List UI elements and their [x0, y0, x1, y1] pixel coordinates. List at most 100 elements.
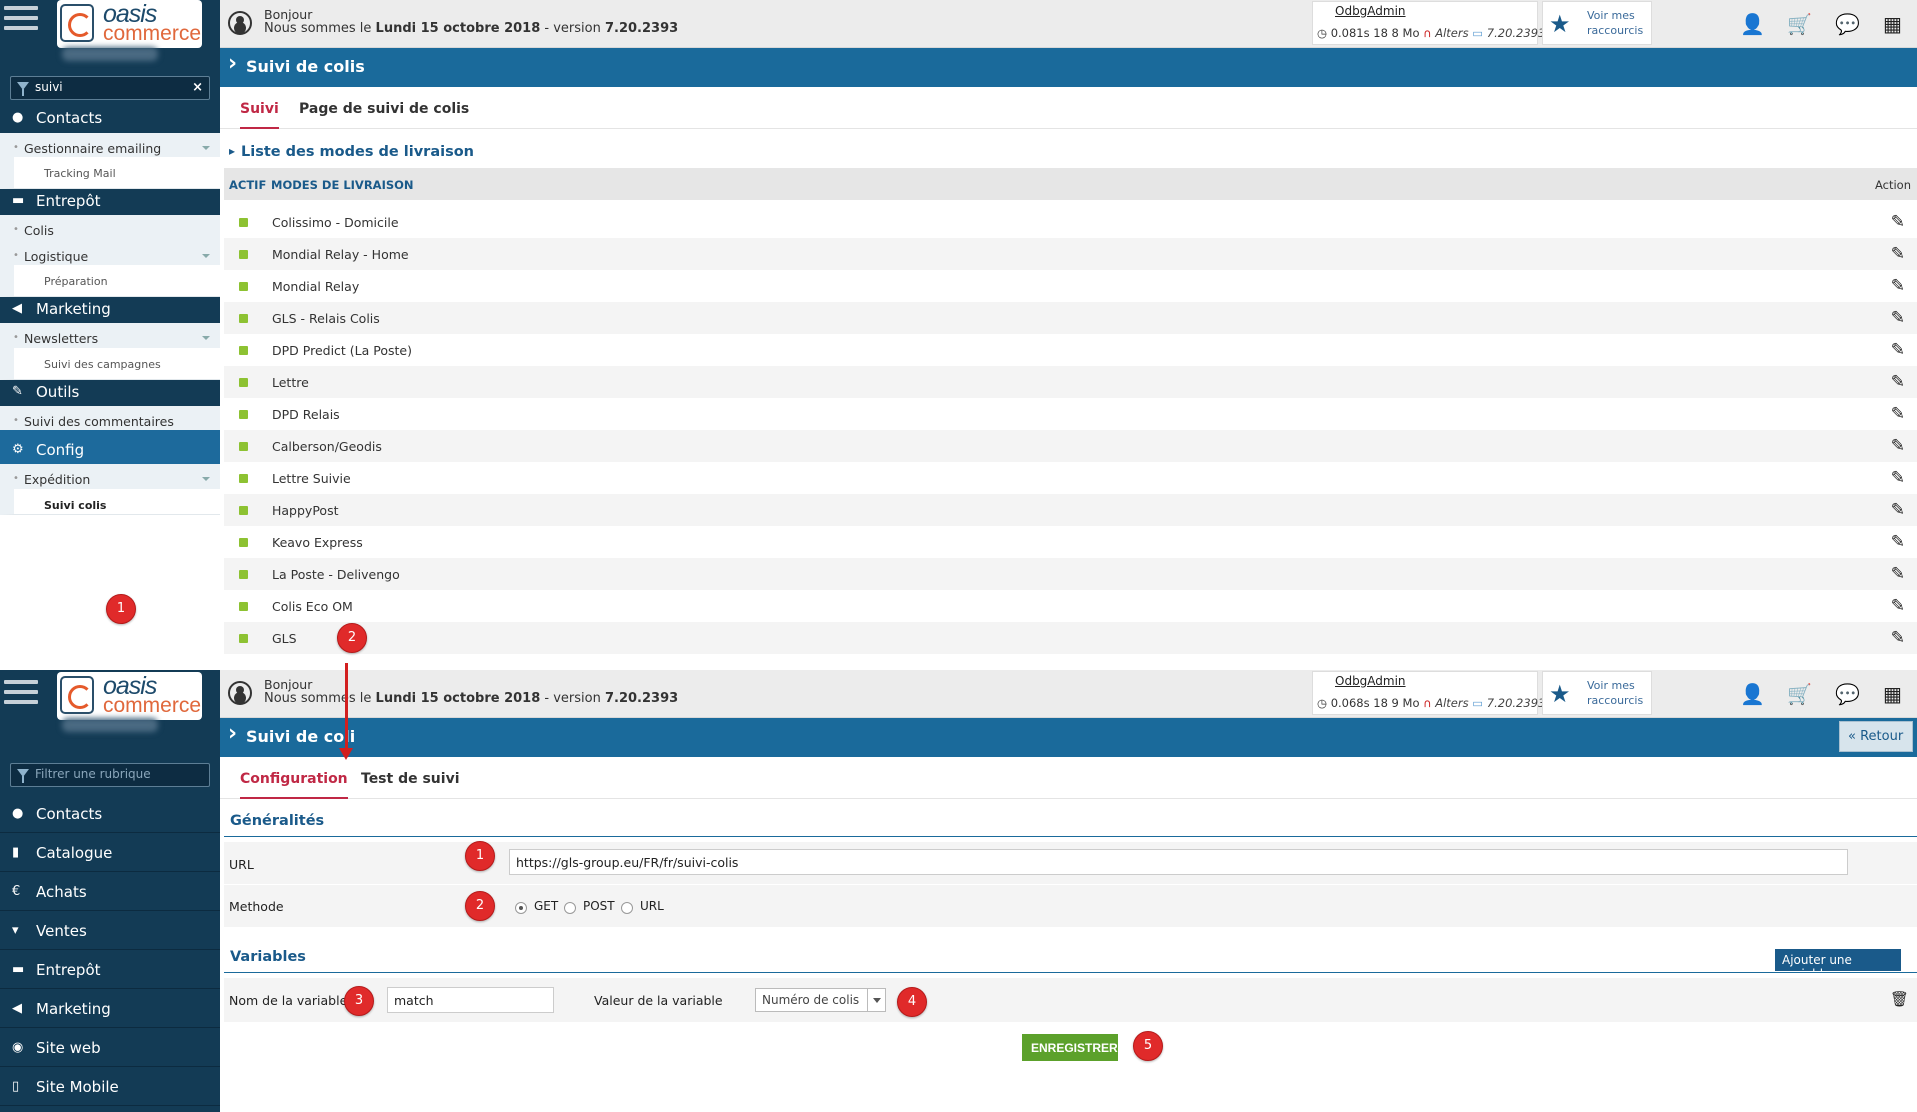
shortcuts-button[interactable]: ★ Voir mes raccourcis [1542, 671, 1652, 715]
chat-icon[interactable]: 💬 [1835, 12, 1860, 36]
sidebar-section-marketing[interactable]: ◀ Marketing [0, 989, 220, 1028]
active-status-icon[interactable] [239, 218, 248, 227]
back-button[interactable]: « Retour [1839, 721, 1913, 752]
active-status-icon[interactable] [239, 314, 248, 323]
generalites-title: Généralités [230, 813, 325, 829]
sidebar-section-entrep-t[interactable]: ▬ Entrepôt [0, 950, 220, 989]
section-label: Contacts [36, 805, 103, 823]
sidebar-filter-input[interactable]: Filtrer une rubrique [10, 763, 210, 787]
sidebar-filter-input[interactable]: suivi × [10, 76, 210, 100]
sidebar-section-site-mobile[interactable]: ▯ Site Mobile [0, 1067, 220, 1106]
logo[interactable]: oasis commerce [57, 0, 202, 48]
sidebar-section-marketing[interactable]: ◀ Marketing [0, 289, 220, 327]
edit-icon[interactable]: ✎ [1891, 308, 1905, 328]
wrench-icon: ✎ [12, 384, 23, 399]
version-prefix: - version [540, 691, 605, 706]
url-input[interactable]: https://gls-group.eu/FR/fr/suivi-colis [509, 849, 1848, 875]
logo[interactable]: oasis commerce [57, 672, 202, 720]
active-status-icon[interactable] [239, 538, 248, 547]
edit-icon[interactable]: ✎ [1891, 212, 1905, 232]
sidebar-section-contacts[interactable]: ● Contacts [0, 794, 220, 833]
edit-icon[interactable]: ✎ [1891, 468, 1905, 488]
edit-icon[interactable]: ✎ [1891, 596, 1905, 616]
chat-icon[interactable]: 💬 [1835, 682, 1860, 706]
sidebar-section-catalogue[interactable]: ▮ Catalogue [0, 833, 220, 872]
grid-icon[interactable]: ▦ [1883, 12, 1902, 36]
annotation-arrow-head [339, 748, 353, 760]
table-header: ACTIF MODES DE LIVRAISON Action [224, 168, 1917, 200]
sidebar-section-ventes[interactable]: ▾ Ventes [0, 911, 220, 950]
annotation-arrow [345, 663, 348, 751]
delivery-mode-name: Calberson/Geodis [272, 439, 382, 454]
edit-icon[interactable]: ✎ [1891, 372, 1905, 392]
active-status-icon[interactable] [239, 410, 248, 419]
version-prefix: - version [540, 21, 605, 36]
radio-get[interactable] [515, 902, 527, 914]
section-label: Site web [36, 1039, 101, 1057]
active-status-icon[interactable] [239, 250, 248, 259]
user-link[interactable]: OdbgAdmin [1335, 674, 1406, 688]
user-icon[interactable]: 👤 [1740, 682, 1765, 706]
tab-test-suivi[interactable]: Test de suivi [361, 771, 460, 787]
alters-version: 7.20.2393 [1486, 26, 1546, 40]
chevron-down-icon [202, 254, 210, 258]
item-label: Suivi des commentaires [24, 414, 174, 429]
active-status-icon[interactable] [239, 378, 248, 387]
user-link[interactable]: OdbgAdmin [1335, 4, 1406, 18]
edit-icon[interactable]: ✎ [1891, 340, 1905, 360]
avatar-icon[interactable] [228, 11, 252, 35]
trash-icon[interactable]: 🗑 [1890, 990, 1909, 1008]
col-actif[interactable]: ACTIF [229, 178, 266, 192]
edit-icon[interactable]: ✎ [1891, 244, 1905, 264]
clear-filter-icon[interactable]: × [192, 80, 203, 95]
save-button[interactable]: ENREGISTRER [1022, 1034, 1118, 1061]
sidebar-section-config[interactable]: ⚙ Config [0, 430, 220, 468]
shortcuts-button[interactable]: ★ Voir mes raccourcis [1542, 1, 1652, 45]
active-status-icon[interactable] [239, 634, 248, 643]
active-status-icon[interactable] [239, 602, 248, 611]
user-icon[interactable]: 👤 [1740, 12, 1765, 36]
table-row: Colissimo - Domicile ✎ [224, 206, 1917, 238]
sidebar-section-contacts[interactable]: ● Contacts [0, 98, 220, 136]
var-value-select[interactable]: Numéro de colis [755, 988, 886, 1012]
var-name-input[interactable]: match [387, 987, 554, 1013]
delivery-mode-name: Lettre Suivie [272, 471, 351, 486]
active-status-icon[interactable] [239, 474, 248, 483]
active-status-icon[interactable] [239, 442, 248, 451]
tab-configuration[interactable]: Configuration [240, 771, 348, 799]
section-label: Contacts [36, 109, 103, 127]
edit-icon[interactable]: ✎ [1891, 532, 1905, 552]
delivery-mode-name: HappyPost [272, 503, 339, 518]
active-status-icon[interactable] [239, 346, 248, 355]
tab-suivi[interactable]: Suivi [240, 101, 279, 129]
avatar-icon[interactable] [228, 681, 252, 705]
sidebar-section-outils[interactable]: ✎ Outils [0, 372, 220, 410]
radio-url[interactable] [621, 902, 633, 914]
edit-icon[interactable]: ✎ [1891, 276, 1905, 296]
debug-stats: ◷ 0.081s 18 8 Mo ∩ Alters ▭ 7.20.2393 [1317, 26, 1545, 40]
sidebar-item-suivi-colis[interactable]: Suivi colis [0, 489, 220, 515]
grid-icon[interactable]: ▦ [1883, 682, 1902, 706]
active-status-icon[interactable] [239, 570, 248, 579]
edit-icon[interactable]: ✎ [1891, 628, 1905, 648]
sidebar-section-site-web[interactable]: ◉ Site web [0, 1028, 220, 1067]
active-status-icon[interactable] [239, 506, 248, 515]
edit-icon[interactable]: ✎ [1891, 564, 1905, 584]
add-variable-button[interactable]: Ajouter une variable [1775, 949, 1901, 981]
annotation-marker: 2 [337, 623, 367, 653]
edit-icon[interactable]: ✎ [1891, 500, 1905, 520]
edit-icon[interactable]: ✎ [1891, 436, 1905, 456]
star-icon: ★ [1549, 680, 1571, 708]
sidebar-section-achats[interactable]: € Achats [0, 872, 220, 911]
tab-page-suivi[interactable]: Page de suivi de colis [299, 101, 469, 117]
cart-icon[interactable]: 🛒 [1787, 682, 1812, 706]
sidebar-section-entrepot[interactable]: ▬ Entrepôt [0, 181, 220, 219]
col-modes[interactable]: MODES DE LIVRAISON [271, 178, 414, 192]
menu-icon[interactable] [4, 6, 38, 36]
radio-post[interactable] [564, 902, 576, 914]
edit-icon[interactable]: ✎ [1891, 404, 1905, 424]
menu-icon[interactable] [4, 680, 38, 710]
active-status-icon[interactable] [239, 282, 248, 291]
mobile-icon: ▯ [12, 1079, 20, 1094]
cart-icon[interactable]: 🛒 [1787, 12, 1812, 36]
